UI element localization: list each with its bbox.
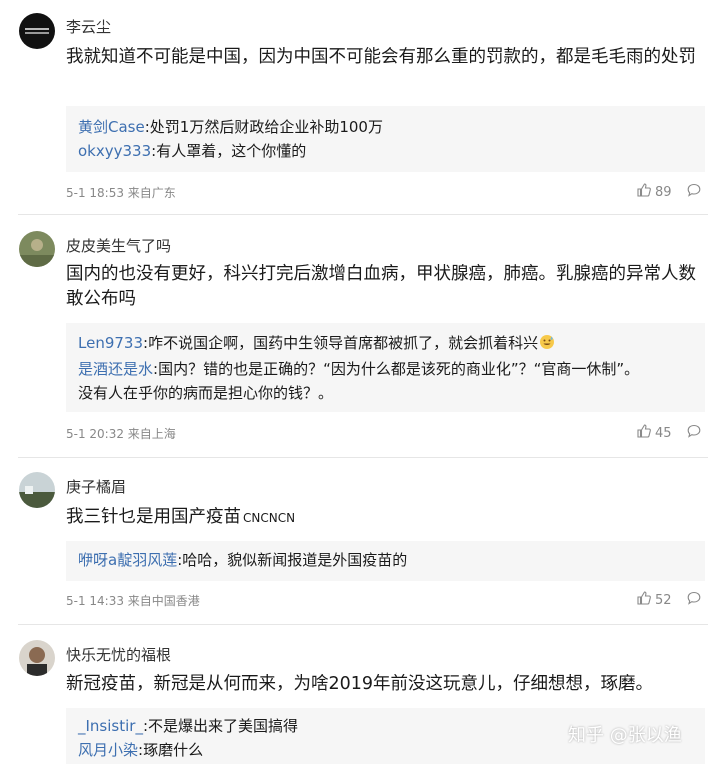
reply-username[interactable]: 咿呀a靛羽风莲	[78, 551, 177, 569]
divider	[18, 214, 708, 215]
watermark: 知乎 @张以渔	[568, 725, 682, 746]
username[interactable]: 快乐无忧的福根	[66, 644, 171, 665]
grinning-sweat-emoji	[539, 333, 555, 357]
reply-username[interactable]: _Insistir_	[78, 717, 143, 735]
thumbs-up-icon	[636, 590, 652, 610]
reply-list: 咿呀a靛羽风莲:哈哈，貌似新闻报道是外国疫苗的	[66, 541, 705, 581]
reply-username[interactable]: Len9733	[78, 334, 143, 352]
reply-username[interactable]: 是酒还是水	[78, 360, 153, 378]
username[interactable]: 皮皮美生气了吗	[66, 235, 171, 256]
like-count: 89	[655, 184, 672, 200]
reply-text: 没有人在乎你的病而是担心你的钱？。	[78, 384, 334, 402]
avatar[interactable]	[19, 640, 55, 676]
like-button[interactable]: 52	[636, 590, 672, 610]
reply-item: 黄剑Case:处罚1万然后财政给企业补助100万	[78, 118, 383, 136]
comment-meta: 5-1 18:53 来自广东	[66, 186, 176, 200]
speech-bubble-icon[interactable]	[686, 182, 702, 202]
thumbs-up-icon	[636, 182, 652, 202]
divider	[18, 457, 708, 458]
reply-text: 有人罩着，这个你懂的	[156, 142, 307, 160]
speech-bubble-icon[interactable]	[686, 590, 702, 610]
avatar[interactable]	[19, 231, 55, 267]
reply-item: Len9733:咋不说国企啊，国药中生领导首席都被抓了，就会抓着科兴	[66, 331, 705, 357]
comment-tag: CNCNCN	[243, 511, 296, 525]
reply-item: okxyy333:有人罩着，这个你懂的	[78, 142, 307, 160]
reply-text: 哈哈，貌似新闻报道是外国疫苗的	[182, 551, 408, 569]
reply-text: 咋不说国企啊，国药中生领导首席都被抓了，就会抓着科兴	[148, 334, 539, 352]
reply-list: 黄剑Case:处罚1万然后财政给企业补助100万 okxyy333:有人罩着，这…	[66, 106, 705, 172]
username[interactable]: 庚子橘眉	[66, 476, 126, 497]
speech-bubble-icon[interactable]	[686, 423, 702, 443]
reply-text: 国内？错的也是正确的？“因为什么都是该死的商业化”？“官商一休制”。	[158, 360, 640, 378]
like-count: 45	[655, 425, 672, 441]
reply-list: Len9733:咋不说国企啊，国药中生领导首席都被抓了，就会抓着科兴 是酒还是水…	[66, 323, 705, 412]
comment-meta: 5-1 20:32 来自上海	[66, 427, 176, 441]
reply-username[interactable]: okxyy333	[78, 142, 151, 160]
like-button[interactable]: 89	[636, 182, 672, 202]
comment-text: 我三针乜是用国产疫苗 CNCNCN	[66, 507, 296, 527]
comment-text: 我就知道不可能是中国，因为中国不可能会有那么重的罚款的，都是毛毛雨的处罚	[66, 47, 696, 67]
reply-item: 是酒还是水:国内？错的也是正确的？“因为什么都是该死的商业化”？“官商一休制”。	[78, 360, 640, 378]
comment-text: 国内的也没有更好，科兴打完后激增白血病，甲状腺癌，肺癌。乳腺癌的异常人数敢公布吗	[66, 264, 696, 309]
reply-username[interactable]: 风月小染	[78, 741, 138, 759]
thumbs-up-icon	[636, 423, 652, 443]
avatar[interactable]	[19, 13, 55, 49]
reply-item: 咿呀a靛羽风莲:哈哈，貌似新闻报道是外国疫苗的	[78, 551, 408, 569]
reply-text: 不是爆出来了美国搞得	[148, 717, 299, 735]
reply-username[interactable]: 黄剑Case	[78, 118, 145, 136]
divider	[18, 624, 708, 625]
like-button[interactable]: 45	[636, 423, 672, 443]
comment-meta: 5-1 14:33 来自中国香港	[66, 594, 200, 608]
reply-item: 没有人在乎你的病而是担心你的钱？。	[66, 381, 705, 405]
like-count: 52	[655, 592, 672, 608]
reply-text: 处罚1万然后财政给企业补助100万	[149, 118, 383, 136]
reply-text: 琢磨什么	[143, 741, 204, 759]
comment-text: 新冠疫苗，新冠是从何而来，为啥2019年前没这玩意儿，仔细想想，琢磨。	[66, 674, 654, 694]
username[interactable]: 李云尘	[66, 16, 111, 37]
avatar[interactable]	[19, 472, 55, 508]
